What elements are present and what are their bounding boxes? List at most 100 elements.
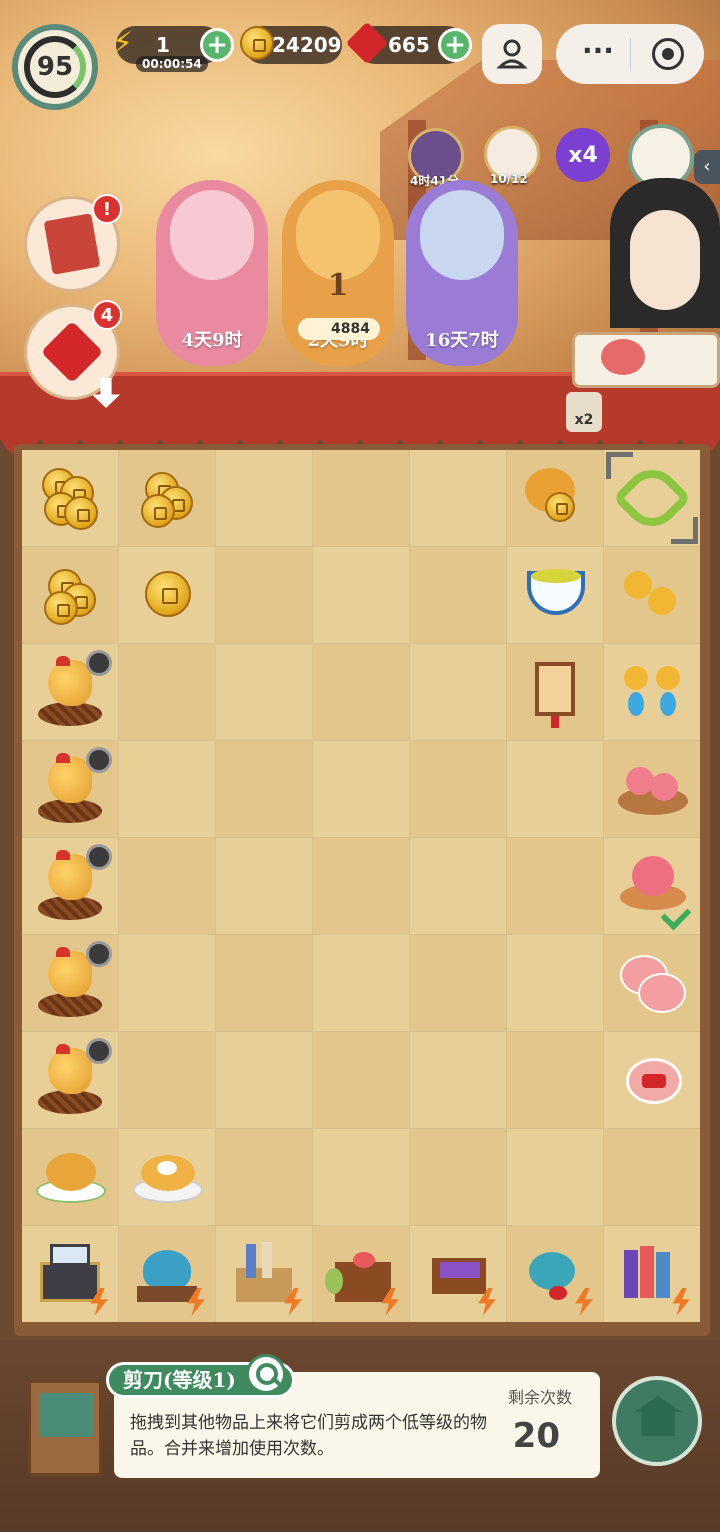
board-cell-empty[interactable] — [216, 547, 312, 643]
board-cell-empty[interactable] — [313, 935, 409, 1031]
coins-pile-2-icon[interactable] — [34, 559, 106, 631]
hairpin-flower-icon[interactable] — [616, 559, 688, 631]
cat-cake-icon[interactable] — [616, 1044, 688, 1116]
peach-pastry-icon[interactable] — [616, 850, 692, 931]
roast-chicken-icon[interactable] — [34, 1141, 106, 1213]
board-cell-empty[interactable] — [216, 741, 312, 837]
board-cell-empty[interactable] — [313, 450, 409, 546]
board-cell-empty[interactable] — [313, 838, 409, 934]
pastry-plate-icon[interactable] — [616, 753, 688, 825]
board-cell-fried-rice[interactable] — [119, 1129, 215, 1225]
hen-nest-icon[interactable] — [34, 941, 112, 1019]
board-cell-coin-single[interactable] — [119, 547, 215, 643]
board-cell-empty[interactable] — [507, 741, 603, 837]
board-cell-empty[interactable] — [119, 741, 215, 837]
board-cell-empty[interactable] — [119, 644, 215, 740]
board-cell-tea-bowl[interactable] — [507, 547, 603, 643]
board-cell-earrings[interactable] — [604, 644, 700, 740]
hen-nest-icon[interactable] — [34, 844, 112, 922]
hen-nest-icon[interactable] — [34, 650, 112, 728]
food-crate-icon[interactable] — [325, 1238, 399, 1316]
board-cell-pastry-plate[interactable] — [604, 741, 700, 837]
add-energy-button[interactable]: + — [200, 28, 234, 62]
event-banner-1[interactable]: 4天9时 — [156, 180, 268, 366]
earrings-icon[interactable] — [616, 656, 688, 728]
board-cell-empty[interactable] — [216, 450, 312, 546]
board-cell-hen-nest[interactable] — [22, 741, 118, 837]
board-cell-book-stack[interactable] — [604, 1226, 700, 1322]
board-cell-empty[interactable] — [313, 1032, 409, 1128]
book-stack-icon[interactable] — [616, 1238, 690, 1316]
order-card[interactable] — [572, 332, 720, 388]
event-banner-2[interactable]: 1 4884 2天9时 — [282, 180, 394, 366]
board-cell-coins-pile-3[interactable] — [22, 450, 118, 546]
board-cell-empty[interactable] — [313, 1129, 409, 1225]
board-cell-hen-nest[interactable] — [22, 838, 118, 934]
scissors-icon[interactable] — [612, 458, 692, 538]
board-cell-scissors[interactable] — [604, 450, 700, 546]
coins-pile-2-icon[interactable] — [131, 462, 203, 534]
board-cell-hairpin-flower[interactable] — [604, 547, 700, 643]
board-cell-empty[interactable] — [313, 644, 409, 740]
hen-nest-icon[interactable] — [34, 747, 112, 825]
board-cell-loom[interactable] — [410, 1226, 506, 1322]
loom-icon[interactable] — [422, 1238, 496, 1316]
board-cell-teapot-set[interactable] — [119, 1226, 215, 1322]
board-cell-empty[interactable] — [410, 1129, 506, 1225]
coin-single-icon[interactable] — [131, 559, 203, 631]
board-cell-empty[interactable] — [119, 1032, 215, 1128]
storage-cabinet-button[interactable] — [28, 1380, 102, 1476]
close-program-button[interactable] — [652, 38, 684, 70]
teapot-set-icon[interactable] — [131, 1238, 205, 1316]
tea-bowl-icon[interactable] — [519, 559, 591, 631]
chevron-left-icon[interactable]: ‹ — [694, 150, 720, 184]
board-cell-empty[interactable] — [410, 450, 506, 546]
board-cell-empty[interactable] — [410, 547, 506, 643]
board-cell-empty[interactable] — [410, 838, 506, 934]
board-cell-tea-set[interactable] — [507, 1226, 603, 1322]
hen-nest-icon[interactable] — [34, 1038, 112, 1116]
coin-bag-icon[interactable] — [519, 462, 591, 534]
board-cell-empty[interactable] — [216, 935, 312, 1031]
board-cell-peach-pastry[interactable] — [604, 838, 700, 934]
board-cell-empty[interactable] — [604, 1129, 700, 1225]
board-cell-empty[interactable] — [313, 741, 409, 837]
board-cell-cat-cake[interactable] — [604, 1032, 700, 1128]
board-cell-coins-pile-2[interactable] — [119, 450, 215, 546]
magnify-icon[interactable] — [246, 1354, 286, 1394]
board-cell-empty[interactable] — [410, 1032, 506, 1128]
board-cell-empty[interactable] — [119, 935, 215, 1031]
board-cell-hen-nest[interactable] — [22, 935, 118, 1031]
player-level-badge[interactable]: 95 — [12, 24, 98, 110]
board-cell-empty[interactable] — [507, 1032, 603, 1128]
more-menu-button[interactable]: ··· — [582, 34, 614, 67]
character-portrait[interactable] — [630, 210, 700, 310]
board-cell-empty[interactable] — [410, 741, 506, 837]
cat-cakes-icon[interactable] — [616, 947, 688, 1019]
board-cell-empty[interactable] — [410, 935, 506, 1031]
board-cell-empty[interactable] — [507, 1129, 603, 1225]
jewel-chest-icon[interactable] — [34, 1238, 108, 1316]
fried-rice-icon[interactable] — [131, 1141, 203, 1213]
board-cell-jewel-chest[interactable] — [22, 1226, 118, 1322]
board-cell-empty[interactable] — [216, 838, 312, 934]
board-cell-lantern[interactable] — [507, 644, 603, 740]
scroll-basket-icon[interactable] — [228, 1238, 302, 1316]
multiplier-badge[interactable]: x4 — [556, 128, 610, 182]
board-cell-empty[interactable] — [216, 1129, 312, 1225]
board-cell-empty[interactable] — [119, 838, 215, 934]
coins-pile-3-icon[interactable] — [34, 462, 106, 534]
board-cell-hen-nest[interactable] — [22, 644, 118, 740]
board-cell-coin-bag[interactable] — [507, 450, 603, 546]
board-cell-cat-cakes[interactable] — [604, 935, 700, 1031]
board-cell-food-crate[interactable] — [313, 1226, 409, 1322]
board-cell-hen-nest[interactable] — [22, 1032, 118, 1128]
board-cell-empty[interactable] — [410, 644, 506, 740]
board-cell-coins-pile-2[interactable] — [22, 547, 118, 643]
event-banner-3[interactable]: 16天7时 — [406, 180, 518, 366]
tea-set-icon[interactable] — [519, 1238, 593, 1316]
board-cell-empty[interactable] — [216, 1032, 312, 1128]
pavilion-shop-button[interactable] — [612, 1376, 702, 1466]
lantern-icon[interactable] — [519, 656, 591, 728]
board-cell-empty[interactable] — [313, 547, 409, 643]
